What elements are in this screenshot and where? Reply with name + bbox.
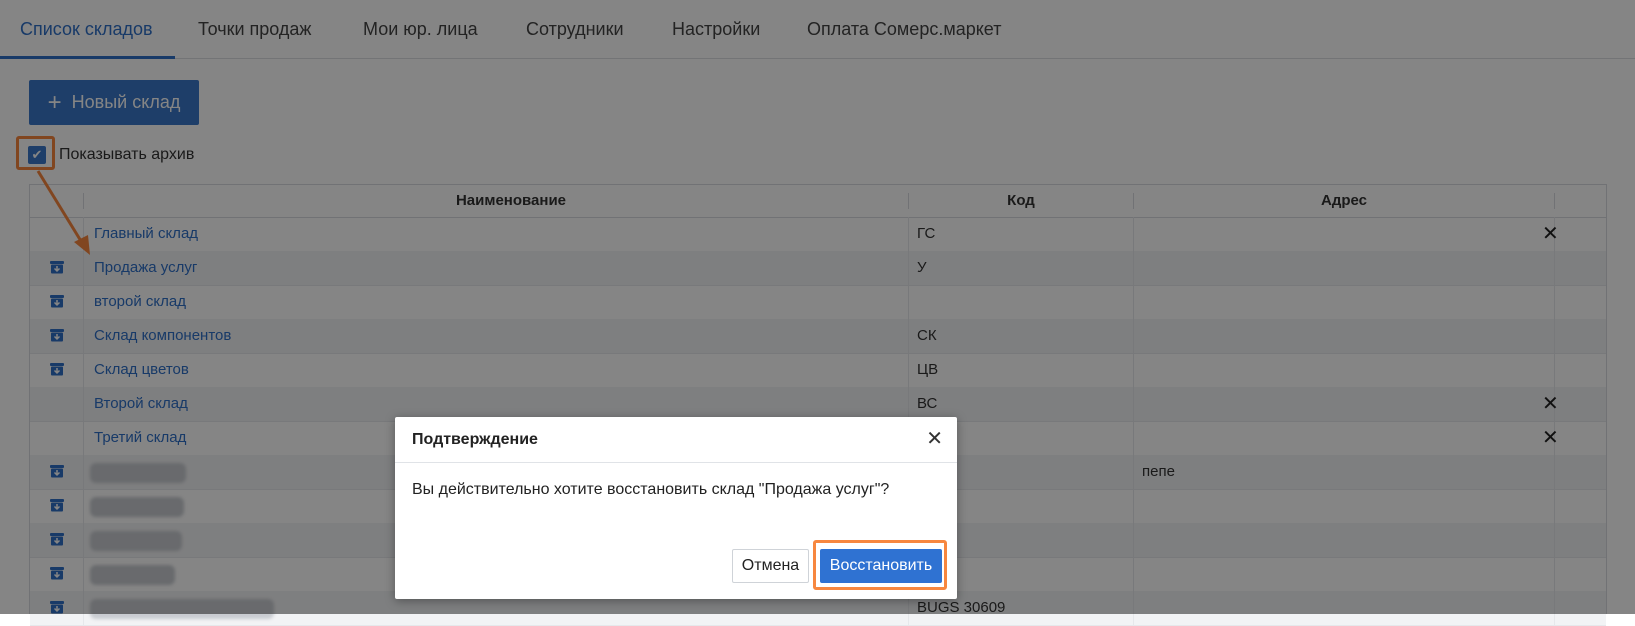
restore-button-highlight [813,540,947,590]
dialog-header: Подтверждение ✕ [395,417,957,463]
close-icon[interactable]: ✕ [926,417,943,462]
dialog-title: Подтверждение [412,431,538,448]
cancel-button[interactable]: Отмена [732,549,809,583]
dialog-message: Вы действительно хотите восстановить скл… [412,481,890,498]
